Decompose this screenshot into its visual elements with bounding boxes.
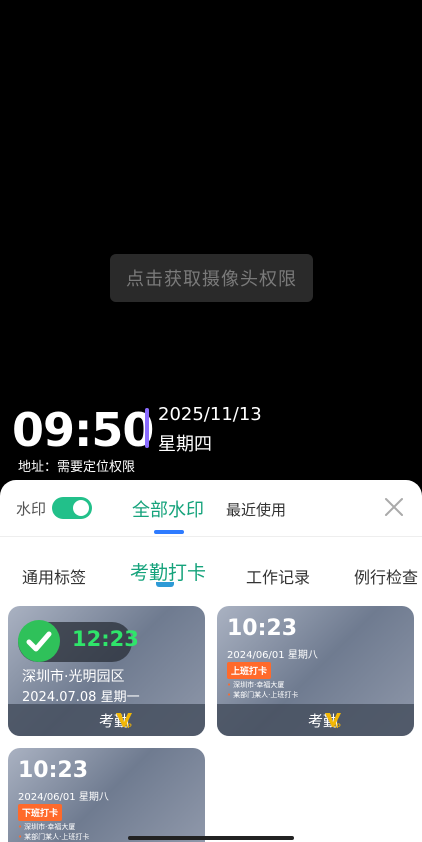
card-location: 深圳市·光明园区: [22, 669, 125, 685]
card-footer: 考勤: [217, 704, 414, 736]
subtab-attendance[interactable]: 考勤打卡: [130, 558, 206, 585]
svg-text:IP: IP: [335, 724, 341, 729]
vip-icon: IP: [325, 713, 341, 729]
card-time: 10:23: [18, 758, 89, 783]
watermark-card[interactable]: 12:23 深圳市·光明园区 2024.07.08 星期一 考勤 IP: [8, 606, 205, 736]
subtab-work-record[interactable]: 工作记录: [246, 564, 310, 588]
close-icon[interactable]: [382, 495, 406, 519]
card-tag: 上班打卡: [227, 662, 272, 679]
watermark-card[interactable]: 10:23 2024/06/01 星期八 下班打卡 • 深圳市·幸福大厦 • 某部门…: [8, 748, 205, 842]
tab-recent[interactable]: 最近使用: [226, 499, 286, 520]
overlay-date: 2025/11/13: [158, 404, 262, 425]
camera-preview: 点击获取摄像头权限 09:50 2025/11/13 星期四 地址：需要定位权限: [0, 0, 422, 490]
card-date: 2024/06/01 星期八: [18, 792, 109, 803]
subtab-general[interactable]: 通用标签: [22, 564, 86, 588]
home-indicator[interactable]: [128, 836, 294, 840]
check-time-pill: 12:23: [18, 620, 139, 662]
watermark-sheet: 水印 全部水印 最近使用 通用标签 考勤打卡 工作记录 例行检查 12:23 深…: [0, 480, 422, 842]
divider: [0, 536, 422, 537]
sheet-header: 水印 全部水印 最近使用: [0, 480, 422, 534]
overlay-divider: [145, 408, 149, 448]
card-line: • 深圳市·幸福大厦: [227, 681, 285, 689]
card-date: 2024.07.08 星期一: [22, 690, 140, 705]
category-tabs: 通用标签 考勤打卡 工作记录 例行检查: [0, 550, 422, 590]
card-footer: 考勤: [8, 704, 205, 736]
overlay-address: 地址：需要定位权限: [18, 460, 136, 475]
subtab-active-indicator: [156, 582, 174, 587]
card-line: • 深圳市·幸福大厦: [18, 823, 76, 831]
subtab-routine-check[interactable]: 例行检查: [354, 564, 418, 588]
overlay-weekday: 星期四: [158, 434, 212, 455]
tab-all-watermarks[interactable]: 全部水印: [132, 496, 204, 522]
check-icon: [18, 620, 60, 662]
watermark-toggle[interactable]: [52, 497, 92, 519]
card-line: • 某部门某人·上班打卡: [227, 691, 299, 699]
card-line: • 某部门某人·上班打卡: [18, 833, 90, 841]
watermark-card[interactable]: 10:23 2024/06/01 星期八 上班打卡 • 深圳市·幸福大厦 • 某部门…: [217, 606, 414, 736]
camera-permission-button[interactable]: 点击获取摄像头权限: [110, 254, 313, 302]
card-date: 2024/06/01 星期八: [227, 650, 318, 661]
svg-text:IP: IP: [126, 724, 132, 729]
watermark-toggle-label: 水印: [16, 500, 47, 518]
card-tag: 下班打卡: [18, 804, 63, 821]
toggle-knob: [73, 500, 89, 516]
tab-active-indicator: [154, 530, 184, 534]
card-time: 10:23: [227, 616, 298, 641]
card-time: 12:23: [72, 627, 139, 651]
overlay-time: 09:50: [12, 403, 154, 457]
vip-icon: IP: [116, 713, 132, 729]
